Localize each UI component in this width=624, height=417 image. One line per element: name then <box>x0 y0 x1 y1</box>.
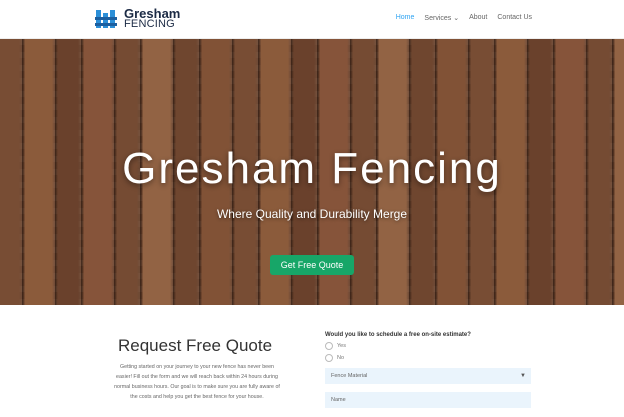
quote-description: Getting started on your journey to your … <box>114 364 280 400</box>
nav-home[interactable]: Home <box>396 14 415 22</box>
select-value: Fence Material <box>331 373 368 379</box>
nav-services-label: Services <box>424 15 452 22</box>
logo-subtitle: FENCING <box>124 18 175 30</box>
radio-option-yes[interactable]: Yes <box>325 342 531 350</box>
fence-logo-icon <box>95 10 117 28</box>
radio-button[interactable] <box>325 354 333 362</box>
hero-title: Gresham Fencing <box>122 144 502 193</box>
radio-label-yes: Yes <box>337 343 346 349</box>
main-nav: Home Services ⌄ About Contact Us <box>396 14 532 22</box>
radio-button[interactable] <box>325 342 333 350</box>
quote-form: Would you like to schedule a free on-sit… <box>325 332 531 408</box>
hero-subtitle: Where Quality and Durability Merge <box>216 207 408 221</box>
fence-material-select[interactable]: Fence Material ▼ <box>325 368 531 384</box>
logo[interactable]: Gresham FENCING <box>95 6 180 32</box>
nav-services[interactable]: Services ⌄ <box>424 14 459 22</box>
name-input[interactable]: Name <box>325 392 531 408</box>
radio-option-no[interactable]: No <box>325 354 531 362</box>
hero-section: Gresham Fencing Where Quality and Durabi… <box>0 39 624 305</box>
get-free-quote-button[interactable]: Get Free Quote <box>270 255 354 275</box>
dropdown-arrow-icon: ▼ <box>520 373 526 379</box>
chevron-down-icon: ⌄ <box>451 15 460 22</box>
quote-section-title: Request Free Quote <box>118 336 273 355</box>
nav-about[interactable]: About <box>469 14 487 22</box>
site-header: Gresham FENCING Home Services ⌄ About Co… <box>0 0 624 39</box>
estimate-question: Would you like to schedule a free on-sit… <box>325 332 471 338</box>
radio-label-no: No <box>337 355 345 361</box>
nav-contact[interactable]: Contact Us <box>497 14 532 22</box>
